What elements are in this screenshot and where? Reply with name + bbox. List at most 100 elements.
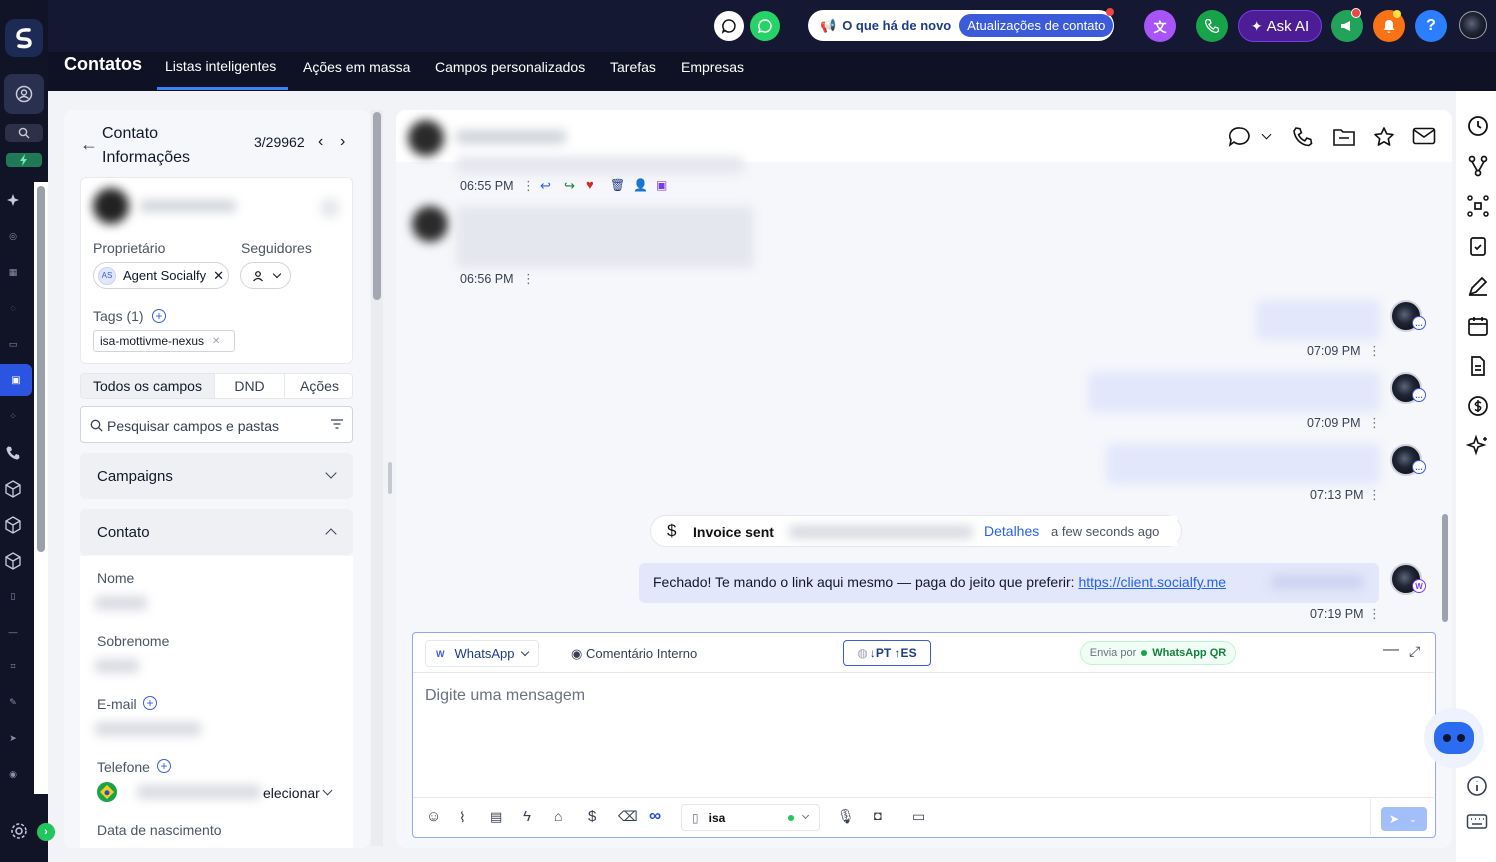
whatsapp-icon[interactable] xyxy=(750,11,780,41)
minus-icon[interactable]: — xyxy=(0,626,26,638)
meta-icon[interactable]: ∞ xyxy=(649,806,661,826)
screen-record-icon[interactable]: ▭ xyxy=(912,808,925,825)
back-arrow-icon[interactable]: ← xyxy=(80,134,98,155)
expand-rail-icon[interactable]: › xyxy=(37,823,55,841)
appointments-calendar-icon[interactable] xyxy=(1466,314,1490,338)
channel-select[interactable]: W WhatsApp xyxy=(425,640,539,667)
keyboard-icon[interactable] xyxy=(1466,812,1488,832)
tag-chip[interactable]: isa-mottivme-nexus ✕ xyxy=(93,330,235,352)
whats-new-pill[interactable]: 📢 O que há de novo Atualizações de conta… xyxy=(808,10,1114,41)
chat-scrollbar[interactable] xyxy=(1442,514,1448,622)
payment-dollar-icon[interactable]: $ xyxy=(588,808,596,825)
tag-label-icon[interactable]: ⌂ xyxy=(554,808,562,824)
message-menu-icon-2[interactable]: ⋮ xyxy=(522,271,535,287)
send-button[interactable]: ➤ ⌄ xyxy=(1381,807,1427,831)
tab-custom-fields[interactable]: Campos personalizados xyxy=(435,53,585,92)
help-button[interactable]: ? xyxy=(1415,10,1447,42)
tasks-clipboard-icon[interactable] xyxy=(1466,234,1490,258)
tag-icon[interactable]: ⌗ xyxy=(0,660,26,672)
followers-select[interactable] xyxy=(240,262,291,289)
message-bubble-3[interactable] xyxy=(1256,300,1380,340)
next-contact-chevron-icon[interactable]: › xyxy=(340,133,345,151)
minimize-icon[interactable]: — xyxy=(1383,641,1399,659)
chat-bubble-icon[interactable] xyxy=(714,11,744,41)
contacts-icon[interactable] xyxy=(0,74,48,114)
calendar-icon[interactable]: ▭ xyxy=(0,338,26,350)
star-icon[interactable] xyxy=(1373,126,1395,148)
reply-icon[interactable]: ↩ xyxy=(540,178,551,194)
ai-assistant-robot-icon[interactable] xyxy=(1424,708,1484,768)
add-phone-icon[interactable]: + xyxy=(157,759,171,773)
message-menu-icon-3[interactable]: ⋮ xyxy=(1368,343,1381,359)
lightning-icon[interactable]: ϟ xyxy=(523,808,531,825)
document-icon[interactable]: ▤ xyxy=(490,809,502,825)
assign-user-icon[interactable]: 👤 xyxy=(633,178,648,192)
phone-value[interactable] xyxy=(137,785,261,799)
filter-icon[interactable] xyxy=(331,419,343,429)
panel-scrollbar[interactable] xyxy=(373,112,381,300)
location-icon[interactable]: ◉ xyxy=(0,768,26,780)
pin-icon[interactable]: ✎ xyxy=(0,696,26,708)
message-bubble-5[interactable] xyxy=(1106,444,1380,484)
delete-icon[interactable]: 🗑 xyxy=(610,178,625,192)
message-menu-icon-5[interactable]: ⋮ xyxy=(1368,487,1381,503)
email-icon[interactable] xyxy=(1412,127,1436,145)
user-avatar[interactable] xyxy=(1459,11,1487,39)
documents-icon[interactable] xyxy=(1466,354,1490,378)
grid-icon[interactable]: ▦ xyxy=(0,266,26,278)
subtab-actions[interactable]: Ações xyxy=(284,374,354,398)
phone-call-icon[interactable] xyxy=(1196,10,1228,42)
emoji-icon[interactable]: ☺ xyxy=(426,808,441,825)
phone-type-select[interactable]: elecionar xyxy=(263,785,320,801)
chat-contact-avatar[interactable] xyxy=(408,120,444,156)
add-email-icon[interactable]: + xyxy=(143,696,157,710)
info-icon[interactable] xyxy=(1466,775,1488,797)
message-bubble-4[interactable] xyxy=(1088,372,1380,412)
notes-pen-icon[interactable] xyxy=(1466,274,1490,298)
history-clock-icon[interactable] xyxy=(1466,114,1490,138)
message-bubble-2[interactable] xyxy=(456,206,754,268)
send-via-badge[interactable]: Envia por WhatsApp QR xyxy=(1080,641,1236,665)
phone-icon[interactable] xyxy=(0,444,26,462)
brazil-flag-icon[interactable] xyxy=(97,782,117,802)
box-icon-2[interactable] xyxy=(0,514,26,536)
last-name-value[interactable] xyxy=(95,659,139,673)
section-contact[interactable]: Contato xyxy=(80,509,353,555)
dashboard-icon[interactable]: ◎ xyxy=(0,230,26,242)
chat-icon[interactable]: ◌ xyxy=(0,302,26,314)
ai-sparkles-icon[interactable] xyxy=(1466,434,1490,458)
clear-format-icon[interactable]: ⌫ xyxy=(618,808,638,825)
tab-tasks[interactable]: Tarefas xyxy=(610,53,656,92)
call-icon[interactable] xyxy=(1292,126,1314,148)
message-bubble-1[interactable] xyxy=(456,156,744,174)
message-menu-icon-1[interactable]: ⋮ xyxy=(522,178,535,194)
email-value[interactable] xyxy=(95,722,201,736)
bolt-icon[interactable] xyxy=(0,152,48,168)
panel-resize-handle[interactable] xyxy=(388,462,392,494)
microphone-icon[interactable]: 🎙 xyxy=(837,808,855,825)
sparkle-icon[interactable] xyxy=(0,192,26,210)
tab-bulk-actions[interactable]: Ações em massa xyxy=(303,53,410,92)
remove-owner-icon[interactable]: ✕ xyxy=(213,268,224,284)
subtab-dnd[interactable]: DND xyxy=(214,374,284,398)
send-icon[interactable]: ➤ xyxy=(0,732,26,744)
expand-icon[interactable]: ⤢ xyxy=(1409,643,1420,660)
integrations-icon[interactable] xyxy=(1466,194,1490,218)
translate-toggle[interactable]: ◍ ↓PT ↑ES xyxy=(843,640,931,666)
heart-icon[interactable]: ♥ xyxy=(586,177,594,192)
first-name-value[interactable] xyxy=(95,596,147,610)
ask-ai-button[interactable]: ✦ Ask AI xyxy=(1238,10,1322,42)
tab-companies[interactable]: Empresas xyxy=(681,53,744,92)
search-icon[interactable] xyxy=(0,124,48,142)
apps-icon[interactable]: ⁘ xyxy=(0,410,26,422)
chat-channel-icon[interactable] xyxy=(1228,126,1252,148)
trash-icon[interactable]: ▯ xyxy=(0,590,26,602)
message-input[interactable]: Digite uma mensagem xyxy=(425,687,585,705)
subtab-all-fields[interactable]: Todos os campos xyxy=(81,374,214,398)
contact-menu-icon[interactable] xyxy=(320,198,340,218)
message-bubble-6[interactable]: Fechado! Te mando o link aqui mesmo — pa… xyxy=(639,563,1379,603)
settings-gear-icon[interactable] xyxy=(0,820,38,842)
internal-comment-tab[interactable]: ◉ Comentário Interno xyxy=(571,646,697,662)
forward-icon[interactable]: ↪ xyxy=(564,178,575,194)
message-menu-icon-4[interactable]: ⋮ xyxy=(1368,415,1381,431)
